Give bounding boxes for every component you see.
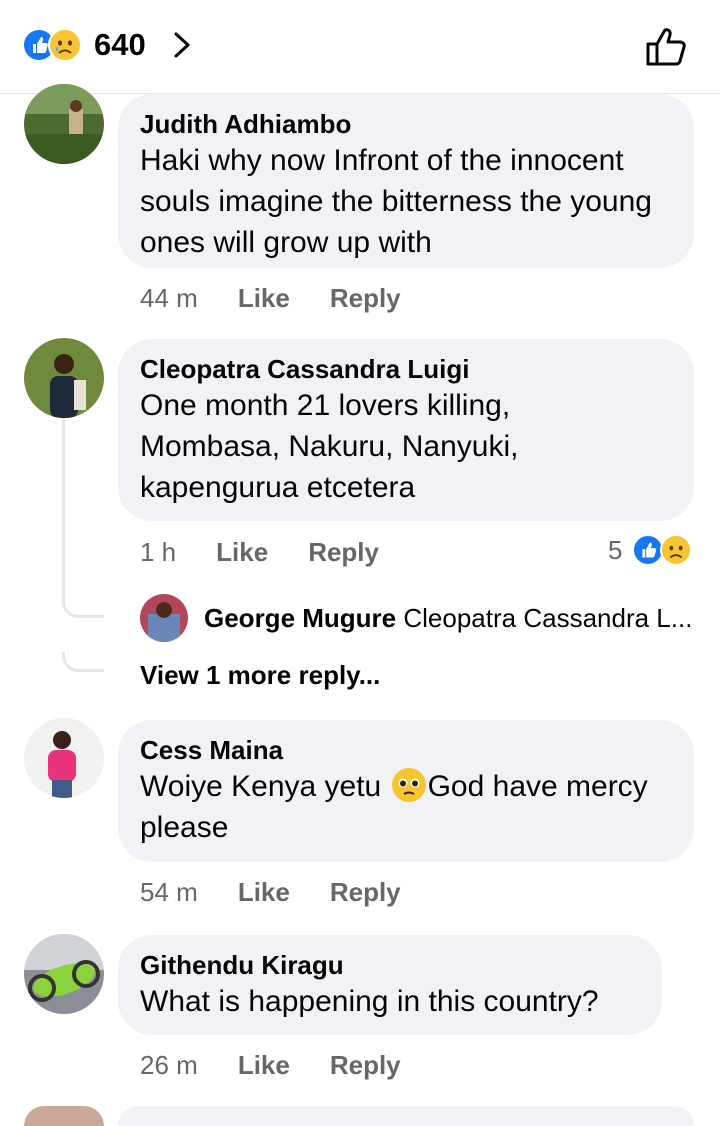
comment-bubble	[118, 1106, 694, 1126]
like-button[interactable]: Like	[216, 536, 268, 568]
sad-reaction-icon	[48, 28, 82, 62]
reaction-icons[interactable]	[22, 28, 92, 62]
pleading-face-icon	[391, 768, 426, 802]
reply-button[interactable]: Reply	[330, 1049, 401, 1081]
reply-avatar[interactable]	[140, 594, 188, 642]
reply-button[interactable]: Reply	[308, 536, 379, 568]
comment-text: What is happening in this country?	[140, 985, 599, 1018]
comment-reaction-count: 5	[608, 535, 623, 565]
comment-text-part: Woiye Kenya yetu	[140, 770, 390, 803]
avatar[interactable]	[24, 934, 104, 1014]
comment-time: 44 m	[140, 283, 198, 313]
reply-text: Cleopatra Cassandra L...	[403, 603, 693, 633]
reply-preview[interactable]: George Mugure Cleopatra Cassandra L...	[204, 601, 694, 635]
comment-bubble: Cess Maina Woiye Kenya yetu God have mer…	[118, 720, 694, 862]
comment-time: 26 m	[140, 1050, 198, 1080]
comment-reactions[interactable]: 5	[608, 533, 708, 567]
comment-bubble: Githendu Kiragu What is happening in thi…	[118, 935, 662, 1035]
chevron-right-icon[interactable]	[170, 28, 194, 62]
reaction-count[interactable]: 640	[94, 28, 146, 62]
comment-text: Haki why now Infront of the innocent sou…	[140, 144, 652, 259]
reply-button[interactable]: Reply	[330, 876, 401, 908]
avatar[interactable]	[24, 1106, 104, 1126]
reactions-header: 640	[0, 0, 720, 94]
comment-bubble: Cleopatra Cassandra Luigi One month 21 l…	[118, 339, 694, 521]
comment-actions: 26 m Like Reply	[140, 1049, 441, 1081]
comment-actions: 44 m Like Reply	[140, 282, 441, 314]
comment-author[interactable]: Cleopatra Cassandra Luigi	[140, 353, 672, 385]
comment-author[interactable]: Githendu Kiragu	[140, 949, 640, 981]
avatar[interactable]	[24, 718, 104, 798]
view-more-replies-link[interactable]: View 1 more reply...	[140, 658, 380, 692]
avatar[interactable]	[24, 84, 104, 164]
comment-actions: 54 m Like Reply	[140, 876, 441, 908]
comment-actions: 1 h Like Reply	[140, 536, 419, 568]
sad-reaction-icon	[660, 534, 692, 566]
comment-time: 1 h	[140, 537, 177, 567]
comment-text: One month 21 lovers killing, Mombasa, Na…	[140, 389, 519, 504]
comment-author[interactable]: Judith Adhiambo	[140, 108, 672, 140]
comment-text: Woiye Kenya yetu God have mercy please	[140, 766, 672, 848]
avatar[interactable]	[24, 338, 104, 418]
thread-connector	[62, 652, 104, 672]
thumbs-up-icon[interactable]	[644, 24, 690, 68]
comment-author[interactable]: Cess Maina	[140, 734, 672, 766]
reply-author[interactable]: George Mugure	[204, 603, 396, 633]
comment-time: 54 m	[140, 877, 198, 907]
reply-button[interactable]: Reply	[330, 282, 401, 314]
thread-line	[62, 418, 65, 598]
thread-connector	[62, 598, 104, 618]
like-button[interactable]: Like	[238, 876, 290, 908]
like-button[interactable]: Like	[238, 1049, 290, 1081]
like-button[interactable]: Like	[238, 282, 290, 314]
comment-bubble: Judith Adhiambo Haki why now Infront of …	[118, 94, 694, 268]
